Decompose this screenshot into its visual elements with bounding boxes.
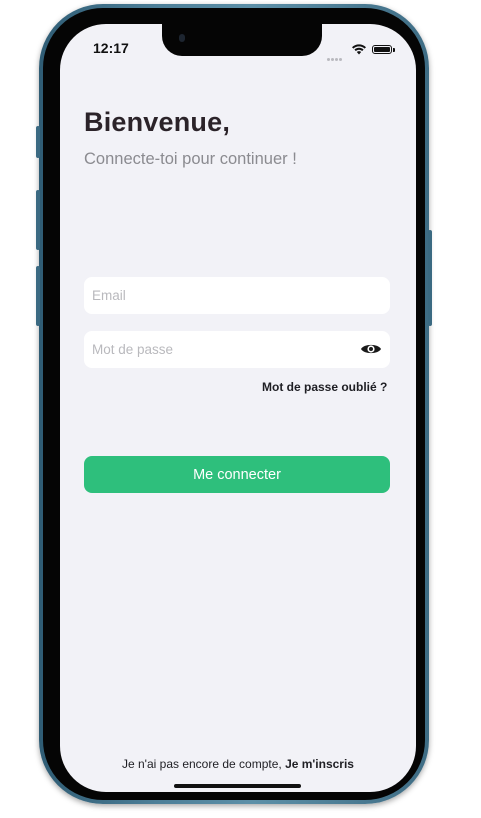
- eye-icon[interactable]: [360, 342, 382, 356]
- password-field[interactable]: [84, 331, 354, 368]
- phone-frame: 12:17 Bienvenue, Connecte-toi pour conti…: [36, 4, 432, 804]
- phone-bezel: 12:17 Bienvenue, Connecte-toi pour conti…: [43, 8, 425, 800]
- wifi-icon: [352, 44, 366, 55]
- page-subtitle: Connecte-toi pour continuer !: [84, 150, 297, 168]
- power-button: [428, 230, 432, 326]
- volume-up-button: [36, 190, 40, 250]
- battery-tip: [393, 48, 395, 52]
- status-indicators: [327, 44, 397, 61]
- app-screen: 12:17 Bienvenue, Connecte-toi pour conti…: [60, 24, 416, 792]
- forgot-password-link[interactable]: Mot de passe oublié ?: [262, 380, 387, 394]
- password-field-container: [84, 331, 390, 368]
- signup-link[interactable]: Je m'inscris: [285, 757, 354, 771]
- volume-down-button: [36, 266, 40, 326]
- signal-icon: [327, 48, 345, 61]
- notch: [162, 24, 322, 56]
- login-button[interactable]: Me connecter: [84, 456, 390, 493]
- email-field[interactable]: [84, 277, 390, 314]
- no-account-text: Je n'ai pas encore de compte,: [122, 757, 282, 771]
- home-indicator[interactable]: [174, 784, 301, 788]
- mute-switch: [36, 126, 40, 158]
- camera-icon: [179, 34, 185, 42]
- signup-prompt: Je n'ai pas encore de compte, Je m'inscr…: [60, 757, 416, 771]
- battery-icon: [372, 45, 392, 54]
- status-time: 12:17: [93, 40, 129, 56]
- page-title: Bienvenue,: [84, 107, 231, 137]
